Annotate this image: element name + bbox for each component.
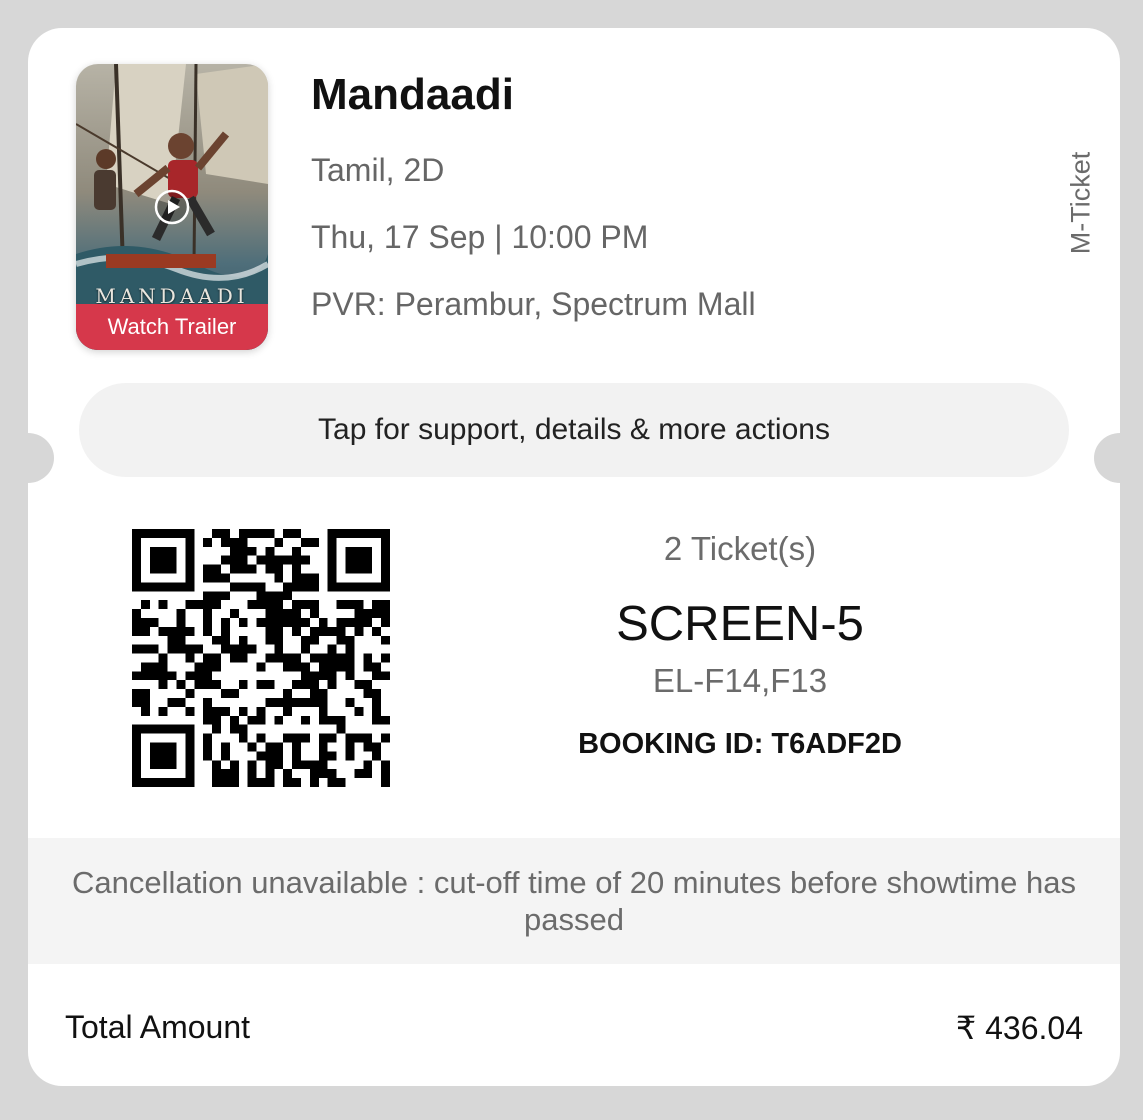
screen-name: SCREEN-5 [616, 597, 864, 651]
movie-title: Mandaadi [311, 70, 514, 119]
cancellation-banner: Cancellation unavailable : cut-off time … [28, 838, 1120, 964]
show-datetime: Thu, 17 Sep | 10:00 PM [311, 219, 649, 255]
qr-code [132, 529, 390, 787]
movie-language-format: Tamil, 2D [311, 152, 445, 188]
support-actions-button[interactable]: Tap for support, details & more actions [79, 383, 1069, 477]
ticket-type-text: M-Ticket [1065, 151, 1096, 255]
venue-name: PVR: Perambur, Spectrum Mall [311, 286, 756, 322]
total-amount-label: Total Amount [65, 1009, 250, 1045]
total-amount-value: ₹ 436.04 [955, 1010, 1083, 1046]
tickets-count: 2 Ticket(s) [663, 530, 817, 567]
ticket-notch-left [28, 433, 54, 483]
ticket-notch-right [1094, 433, 1120, 483]
cancellation-note: Cancellation unavailable : cut-off time … [71, 865, 1077, 937]
play-icon[interactable] [154, 189, 190, 225]
ticket-card: MANDAADI Watch Trailer Mandaadi Tamil, 2… [28, 28, 1120, 1086]
booking-id: BOOKING ID: T6ADF2D [578, 728, 902, 760]
movie-poster[interactable]: MANDAADI Watch Trailer [76, 64, 268, 350]
ticket-type-label: M-Ticket [1061, 140, 1101, 266]
seat-numbers: EL-F14,F13 [652, 662, 828, 699]
watch-trailer-button[interactable]: Watch Trailer [76, 304, 268, 350]
